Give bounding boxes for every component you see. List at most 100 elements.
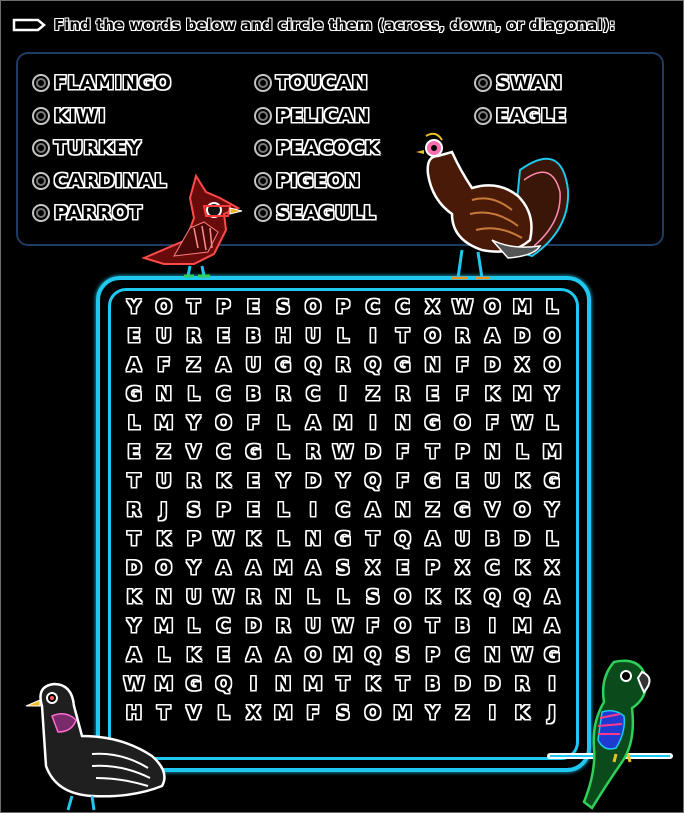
grid-letter[interactable]: P xyxy=(418,640,448,669)
grid-letter[interactable]: S xyxy=(328,698,358,727)
grid-letter[interactable]: L xyxy=(209,698,239,727)
grid-letter[interactable]: N xyxy=(268,669,298,698)
grid-letter[interactable]: M xyxy=(507,611,537,640)
grid-letter[interactable]: M xyxy=(507,380,537,409)
grid-letter[interactable]: L xyxy=(149,640,179,669)
grid-letter[interactable]: L xyxy=(328,582,358,611)
grid-letter[interactable]: Z xyxy=(149,438,179,467)
grid-letter[interactable]: G xyxy=(268,351,298,380)
grid-letter[interactable]: C xyxy=(388,293,418,322)
grid-letter[interactable]: U xyxy=(149,467,179,496)
grid-letter[interactable]: N xyxy=(149,380,179,409)
grid-letter[interactable]: W xyxy=(507,640,537,669)
grid-letter[interactable]: R xyxy=(268,611,298,640)
checkbox-icon[interactable] xyxy=(32,139,50,157)
grid-letter[interactable]: A xyxy=(209,553,239,582)
grid-letter[interactable]: W xyxy=(507,409,537,438)
grid-letter[interactable]: E xyxy=(238,293,268,322)
grid-letter[interactable]: X xyxy=(448,553,478,582)
checkbox-icon[interactable] xyxy=(32,74,50,92)
grid-letter[interactable]: R xyxy=(448,322,478,351)
grid-letter[interactable]: A xyxy=(298,553,328,582)
checkbox-icon[interactable] xyxy=(254,74,272,92)
word-bank-item[interactable]: TURKEY xyxy=(32,136,141,160)
grid-letter[interactable]: Y xyxy=(179,409,209,438)
grid-letter[interactable]: L xyxy=(537,524,567,553)
grid-letter[interactable]: C xyxy=(209,380,239,409)
grid-letter[interactable]: A xyxy=(238,640,268,669)
grid-letter[interactable]: F xyxy=(448,380,478,409)
grid-letter[interactable]: L xyxy=(537,293,567,322)
grid-letter[interactable]: R xyxy=(238,582,268,611)
grid-letter[interactable]: R xyxy=(298,438,328,467)
grid-letter[interactable]: W xyxy=(328,438,358,467)
grid-letter[interactable]: C xyxy=(209,611,239,640)
checkbox-icon[interactable] xyxy=(254,139,272,157)
grid-letter[interactable]: O xyxy=(298,293,328,322)
grid-letter[interactable]: F xyxy=(448,351,478,380)
grid-letter[interactable]: H xyxy=(268,322,298,351)
grid-letter[interactable]: N xyxy=(418,351,448,380)
grid-letter[interactable]: K xyxy=(418,582,448,611)
grid-letter[interactable]: J xyxy=(149,496,179,525)
grid-letter[interactable]: O xyxy=(388,582,418,611)
grid-letter[interactable]: X xyxy=(507,351,537,380)
grid-letter[interactable]: Y xyxy=(119,611,149,640)
grid-letter[interactable]: U xyxy=(298,322,328,351)
grid-letter[interactable]: N xyxy=(477,640,507,669)
grid-letter[interactable]: R xyxy=(179,467,209,496)
checkbox-icon[interactable] xyxy=(32,204,50,222)
grid-letter[interactable]: M xyxy=(298,669,328,698)
grid-letter[interactable]: F xyxy=(238,409,268,438)
word-bank-item[interactable]: EAGLE xyxy=(474,104,567,128)
grid-letter[interactable]: T xyxy=(418,611,448,640)
grid-letter[interactable]: R xyxy=(388,380,418,409)
word-bank-item[interactable]: SEAGULL xyxy=(254,201,376,225)
grid-letter[interactable]: O xyxy=(149,553,179,582)
grid-letter[interactable]: V xyxy=(179,698,209,727)
grid-letter[interactable]: B xyxy=(477,524,507,553)
checkbox-icon[interactable] xyxy=(254,106,272,125)
grid-letter[interactable]: M xyxy=(328,409,358,438)
grid-letter[interactable]: Q xyxy=(358,351,388,380)
grid-letter[interactable]: L xyxy=(507,438,537,467)
grid-letter[interactable]: Q xyxy=(477,582,507,611)
grid-letter[interactable]: D xyxy=(238,611,268,640)
grid-letter[interactable]: L xyxy=(268,438,298,467)
grid-letter[interactable]: K xyxy=(477,380,507,409)
grid-letter[interactable]: Z xyxy=(448,698,478,727)
grid-letter[interactable]: S xyxy=(268,293,298,322)
grid-letter[interactable]: L xyxy=(119,409,149,438)
grid-letter[interactable]: M xyxy=(149,409,179,438)
grid-letter[interactable]: X xyxy=(537,553,567,582)
grid-letter[interactable]: E xyxy=(448,467,478,496)
grid-letter[interactable]: M xyxy=(268,553,298,582)
word-bank-item[interactable]: PIGEON xyxy=(254,169,361,193)
grid-letter[interactable]: Y xyxy=(328,467,358,496)
word-bank-item[interactable]: TOUCAN xyxy=(254,71,368,95)
grid-letter[interactable]: A xyxy=(477,322,507,351)
checkbox-icon[interactable] xyxy=(474,74,492,92)
grid-letter[interactable]: T xyxy=(388,322,418,351)
grid-letter[interactable]: T xyxy=(179,293,209,322)
grid-letter[interactable]: T xyxy=(388,669,418,698)
grid-letter[interactable]: B xyxy=(238,380,268,409)
grid-letter[interactable]: R xyxy=(328,351,358,380)
grid-letter[interactable]: A xyxy=(537,582,567,611)
grid-letter[interactable]: O xyxy=(448,409,478,438)
grid-letter[interactable]: G xyxy=(418,409,448,438)
word-bank-item[interactable]: PARROT xyxy=(32,201,142,225)
grid-letter[interactable]: D xyxy=(477,669,507,698)
grid-letter[interactable]: Q xyxy=(358,467,388,496)
grid-letter[interactable]: K xyxy=(507,467,537,496)
grid-letter[interactable]: A xyxy=(209,351,239,380)
grid-letter[interactable]: M xyxy=(149,611,179,640)
grid-letter[interactable]: K xyxy=(448,582,478,611)
word-bank-item[interactable]: SWAN xyxy=(474,71,562,95)
grid-letter[interactable]: V xyxy=(179,438,209,467)
grid-letter[interactable]: G xyxy=(179,669,209,698)
grid-letter[interactable]: O xyxy=(507,496,537,525)
grid-letter[interactable]: U xyxy=(149,322,179,351)
grid-letter[interactable]: Y xyxy=(179,553,209,582)
checkbox-icon[interactable] xyxy=(32,106,50,125)
